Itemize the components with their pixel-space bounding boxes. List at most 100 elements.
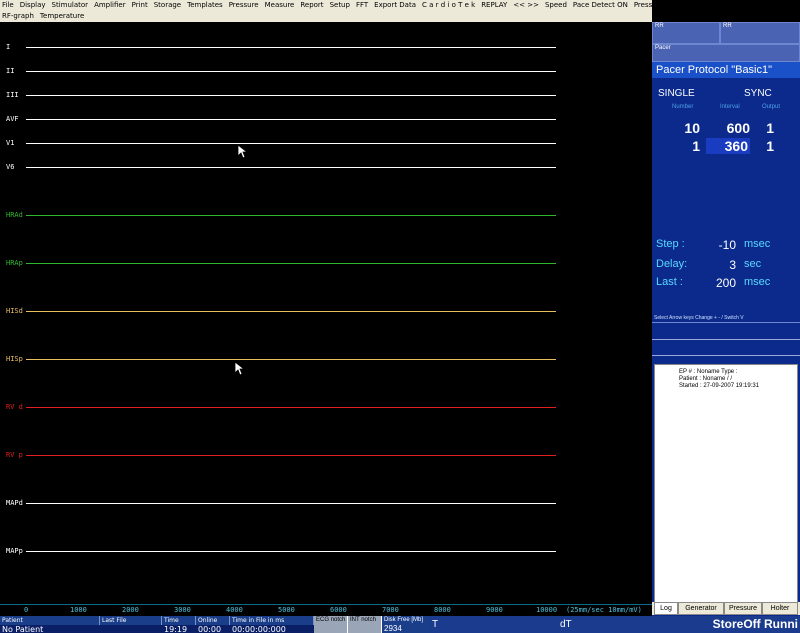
rr-box-left[interactable]: RR — [652, 22, 720, 44]
online-value: 00:00 — [198, 625, 222, 633]
col-number: Number — [672, 104, 694, 110]
row-output[interactable]: 1 — [756, 120, 774, 136]
menu-item[interactable]: C a r d i o T e k — [422, 1, 475, 9]
pacer-row: 10 600 1 — [652, 120, 800, 138]
channel-trace — [26, 95, 556, 96]
channel-trace — [26, 455, 556, 456]
row-number[interactable]: 1 — [662, 138, 700, 154]
menu-item[interactable]: Amplifier — [94, 1, 126, 9]
rr-box-right[interactable]: RR — [720, 22, 800, 44]
int-notch-button[interactable]: INT notch — [348, 616, 382, 633]
menu-item[interactable]: RF-graph — [2, 12, 34, 20]
channel-trace — [26, 215, 556, 216]
channel-label[interactable]: RV d — [6, 403, 23, 411]
channel-trace — [26, 551, 556, 552]
menu-item[interactable]: Speed — [545, 1, 567, 9]
row-number[interactable]: 10 — [662, 120, 700, 136]
key-hint: Select Arrow keys Change + - / Switch V — [652, 314, 800, 323]
channel-label[interactable]: MAPp — [6, 547, 23, 555]
channel-label[interactable]: HISd — [6, 307, 23, 315]
pacer-box[interactable]: Pacer — [652, 44, 800, 62]
menu-item[interactable]: RR analysis — [773, 1, 800, 9]
last-label: Last : — [656, 276, 683, 288]
tab-pressure[interactable]: Pressure — [724, 602, 762, 615]
menu-item[interactable]: Report — [300, 1, 323, 9]
channel-label[interactable]: V1 — [6, 139, 14, 147]
menu-item[interactable]: Print — [132, 1, 148, 9]
channel-trace — [26, 119, 556, 120]
row-interval[interactable]: 600 — [706, 120, 750, 136]
delay-param[interactable]: Delay: 3 sec — [652, 258, 800, 274]
menu-item[interactable]: REPLAY — [481, 1, 507, 9]
menu-item[interactable]: Pace Detect ON — [573, 1, 628, 9]
mouse-cursor-icon — [238, 145, 248, 159]
channel-label[interactable]: AVF — [6, 115, 19, 123]
log-line: EP # : Noname Type : — [679, 369, 738, 375]
tab-holter[interactable]: Holter — [762, 602, 798, 615]
delay-label: Delay: — [656, 258, 688, 270]
scale-tick: 1000 — [70, 606, 87, 614]
col-interval: Interval — [720, 104, 740, 110]
panel-slot — [652, 324, 800, 340]
menu-item[interactable]: Storage — [154, 1, 181, 9]
ecg-notch-button[interactable]: ECG notch — [314, 616, 348, 633]
channel-label[interactable]: V6 — [6, 163, 14, 171]
channel-trace — [26, 47, 556, 48]
last-value[interactable]: 200 — [696, 276, 736, 290]
delay-value[interactable]: 3 — [696, 258, 736, 272]
channel-trace — [26, 311, 556, 312]
scale-tick: 0 — [24, 606, 29, 614]
step-value[interactable]: -10 — [696, 238, 736, 252]
mouse-cursor-icon — [235, 362, 245, 376]
channel-trace — [26, 359, 556, 360]
menu-item[interactable]: Stimulator — [52, 1, 89, 9]
row-interval-selected[interactable]: 360 — [706, 138, 750, 154]
channel-label[interactable]: I — [6, 43, 10, 51]
menu-item[interactable]: Display — [20, 1, 46, 9]
last-param[interactable]: Last : 200 msec — [652, 276, 800, 292]
channel-label[interactable]: HRAp — [6, 259, 23, 267]
menu-item[interactable]: Temperature — [40, 12, 84, 20]
channel-label[interactable]: RV p — [6, 451, 23, 459]
signal-display: I II III AVF V1 V6 HRAd HRAp HISd HISp RV d RV p MAP… — [0, 22, 652, 616]
menu-item[interactable]: Templates — [187, 1, 223, 9]
store-status[interactable]: StoreOff Runni — [652, 616, 800, 633]
channel-label[interactable]: II — [6, 67, 14, 75]
menu-item[interactable]: Setup — [330, 1, 350, 9]
menu-item[interactable]: FFT — [356, 1, 368, 9]
menu-item[interactable]: Export Data — [374, 1, 416, 9]
tab-log[interactable]: Log — [654, 602, 678, 615]
menu-item[interactable]: Pressure — [229, 1, 259, 9]
time-in-file-label: Time in File in ms — [230, 616, 314, 625]
tab-generator[interactable]: Generator — [678, 602, 724, 615]
dt-readout: dT — [558, 616, 652, 633]
scale-tick: 8000 — [434, 606, 451, 614]
mode-sync[interactable]: SYNC — [744, 88, 772, 99]
log-area[interactable]: EP # : Noname Type : Patient : Noname / … — [654, 364, 798, 610]
channel-label[interactable]: HRAd — [6, 211, 23, 219]
menu-item[interactable]: FileEdit — [695, 1, 720, 9]
row-output[interactable]: 1 — [756, 138, 774, 154]
menu-item[interactable]: File — [2, 1, 14, 9]
channel-label[interactable]: HISp — [6, 355, 23, 363]
t-readout: T — [430, 616, 558, 633]
channel-label[interactable]: III — [6, 91, 19, 99]
step-unit: msec — [744, 238, 771, 250]
patient-label: Patient — [0, 616, 100, 625]
menu-item[interactable]: Vpp Energy — [727, 1, 767, 9]
scale-tick: 10000 — [536, 606, 558, 614]
channel-trace — [26, 503, 556, 504]
mode-single[interactable]: SINGLE — [658, 88, 695, 99]
channel-label[interactable]: MAPd — [6, 499, 23, 507]
step-param[interactable]: Step : -10 msec — [652, 238, 800, 254]
menu-item[interactable]: << >> — [513, 1, 539, 9]
log-line: Patient : Noname / / — [679, 376, 733, 382]
time-in-file-value: 00:00:00:000 — [232, 625, 286, 633]
menu-bar: File Display Stimulator Amplifier Print Stora… — [0, 0, 800, 22]
scale-tick: 2000 — [122, 606, 139, 614]
mode-row: SINGLE SYNC — [652, 86, 800, 102]
col-output: Output — [762, 104, 781, 110]
channel-trace — [26, 167, 556, 168]
menu-item[interactable]: Pressure Detect — [634, 1, 689, 9]
menu-item[interactable]: Measure — [265, 1, 295, 9]
